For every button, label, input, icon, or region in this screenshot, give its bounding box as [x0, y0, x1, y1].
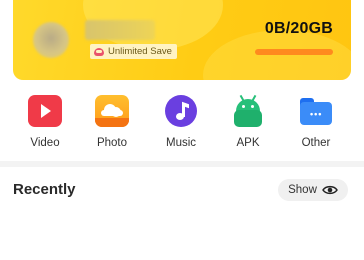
photo-icon [95, 95, 129, 127]
category-music[interactable]: Music [151, 95, 211, 149]
show-label: Show [288, 184, 317, 196]
unlimited-save-badge[interactable]: Unlimited Save [90, 44, 177, 59]
category-label: Video [30, 137, 60, 149]
badge-label: Unlimited Save [108, 46, 172, 57]
folder-icon: ••• [299, 95, 333, 127]
avatar[interactable] [33, 22, 69, 58]
category-label: Music [165, 137, 197, 149]
user-name-blurred [85, 20, 155, 40]
category-video[interactable]: Video [15, 95, 75, 149]
category-other[interactable]: ••• Other [286, 95, 346, 149]
music-icon [165, 95, 197, 127]
recently-heading: Recently [13, 181, 76, 198]
category-label: Other [301, 137, 331, 149]
storage-usage-text: 0B/20GB [264, 20, 333, 37]
file-home-screen: Unlimited Save 0B/20GB Video Photo Music [0, 0, 364, 260]
category-label: APK [236, 137, 260, 149]
section-divider [0, 161, 364, 167]
storage-progress-bar [255, 49, 333, 55]
crown-icon [94, 47, 104, 56]
video-icon [28, 95, 62, 127]
storage-card[interactable]: Unlimited Save 0B/20GB [13, 0, 351, 80]
category-apk[interactable]: APK [218, 94, 278, 149]
eye-icon [321, 185, 338, 195]
android-icon [231, 94, 265, 127]
show-recent-button[interactable]: Show [278, 179, 348, 201]
category-label: Photo [96, 137, 128, 149]
category-photo[interactable]: Photo [82, 95, 142, 149]
category-row: Video Photo Music APK ••• Other [0, 94, 364, 155]
